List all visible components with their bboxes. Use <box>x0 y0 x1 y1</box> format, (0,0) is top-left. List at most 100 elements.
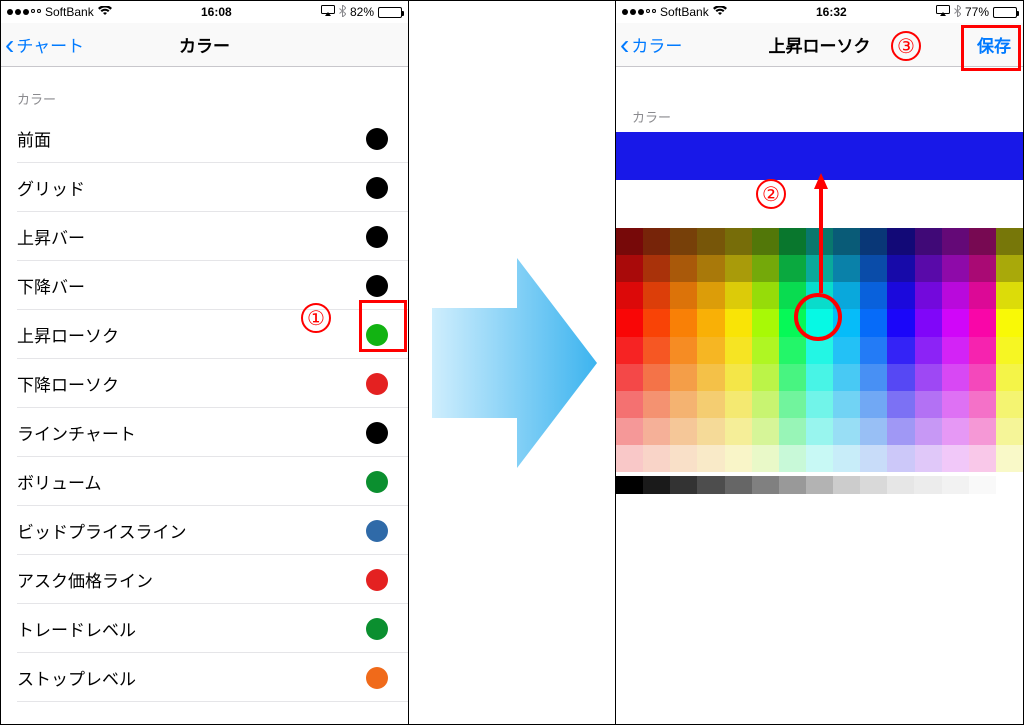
palette-cell[interactable] <box>860 337 887 364</box>
palette-cell[interactable] <box>860 445 887 472</box>
palette-cell[interactable] <box>697 282 724 309</box>
palette-cell[interactable] <box>616 391 643 418</box>
palette-cell[interactable] <box>779 228 806 255</box>
color-row[interactable]: ボリューム <box>1 457 408 506</box>
palette-cell[interactable] <box>806 391 833 418</box>
palette-cell[interactable] <box>942 255 969 282</box>
palette-cell[interactable] <box>860 228 887 255</box>
palette-cell[interactable] <box>643 391 670 418</box>
palette-cell[interactable] <box>725 445 752 472</box>
palette-cell[interactable] <box>670 282 697 309</box>
color-row[interactable]: ビッドプライスライン <box>1 506 408 555</box>
palette-cell[interactable] <box>752 418 779 445</box>
palette-cell[interactable] <box>779 391 806 418</box>
palette-cell[interactable] <box>670 445 697 472</box>
palette-cell[interactable] <box>860 418 887 445</box>
palette-cell[interactable] <box>942 337 969 364</box>
palette-cell[interactable] <box>806 445 833 472</box>
palette-cell[interactable] <box>725 391 752 418</box>
palette-cell[interactable] <box>996 418 1023 445</box>
palette-cell[interactable] <box>752 391 779 418</box>
palette-cell[interactable] <box>887 364 914 391</box>
palette-cell[interactable] <box>860 391 887 418</box>
palette-cell[interactable] <box>697 364 724 391</box>
palette-cell[interactable] <box>942 364 969 391</box>
palette-cell[interactable] <box>725 337 752 364</box>
palette-cell[interactable] <box>670 255 697 282</box>
palette-cell[interactable] <box>969 337 996 364</box>
palette-cell[interactable] <box>779 309 806 336</box>
palette-cell[interactable] <box>725 228 752 255</box>
palette-cell[interactable] <box>887 337 914 364</box>
palette-cell[interactable] <box>752 309 779 336</box>
palette-cell[interactable] <box>969 228 996 255</box>
gray-cell[interactable] <box>752 476 779 494</box>
gray-cell[interactable] <box>806 476 833 494</box>
palette-cell[interactable] <box>996 445 1023 472</box>
palette-cell[interactable] <box>942 418 969 445</box>
gray-cell[interactable] <box>942 476 969 494</box>
palette-cell[interactable] <box>643 418 670 445</box>
palette-cell[interactable] <box>942 282 969 309</box>
palette-cell[interactable] <box>806 309 833 336</box>
palette-cell[interactable] <box>779 418 806 445</box>
palette-cell[interactable] <box>779 282 806 309</box>
palette-cell[interactable] <box>806 337 833 364</box>
gray-cell[interactable] <box>860 476 887 494</box>
palette-cell[interactable] <box>887 228 914 255</box>
palette-cell[interactable] <box>643 337 670 364</box>
color-row[interactable]: 前面 <box>1 114 408 163</box>
palette-cell[interactable] <box>942 309 969 336</box>
palette-cell[interactable] <box>752 228 779 255</box>
palette-cell[interactable] <box>752 337 779 364</box>
palette-cell[interactable] <box>833 309 860 336</box>
palette-cell[interactable] <box>697 391 724 418</box>
palette-cell[interactable] <box>969 391 996 418</box>
palette-cell[interactable] <box>643 309 670 336</box>
palette-cell[interactable] <box>969 364 996 391</box>
palette-cell[interactable] <box>725 418 752 445</box>
palette-cell[interactable] <box>616 337 643 364</box>
palette-cell[interactable] <box>752 445 779 472</box>
palette-cell[interactable] <box>725 364 752 391</box>
palette-cell[interactable] <box>860 282 887 309</box>
palette-cell[interactable] <box>616 309 643 336</box>
palette-cell[interactable] <box>752 364 779 391</box>
palette-cell[interactable] <box>670 337 697 364</box>
palette-cell[interactable] <box>806 228 833 255</box>
palette-cell[interactable] <box>996 255 1023 282</box>
palette-cell[interactable] <box>725 309 752 336</box>
gray-cell[interactable] <box>643 476 670 494</box>
palette-cell[interactable] <box>833 418 860 445</box>
palette-cell[interactable] <box>616 418 643 445</box>
palette-cell[interactable] <box>643 282 670 309</box>
palette-cell[interactable] <box>887 255 914 282</box>
palette-cell[interactable] <box>616 282 643 309</box>
palette-cell[interactable] <box>942 445 969 472</box>
palette-cell[interactable] <box>942 228 969 255</box>
palette-cell[interactable] <box>697 418 724 445</box>
palette-cell[interactable] <box>887 445 914 472</box>
palette-cell[interactable] <box>670 364 697 391</box>
color-row[interactable]: ストップレベル <box>1 653 408 702</box>
palette-cell[interactable] <box>616 445 643 472</box>
palette-cell[interactable] <box>969 255 996 282</box>
palette-cell[interactable] <box>942 391 969 418</box>
palette-cell[interactable] <box>996 391 1023 418</box>
palette-cell[interactable] <box>833 255 860 282</box>
gray-cell[interactable] <box>616 476 643 494</box>
palette-cell[interactable] <box>887 282 914 309</box>
palette-cell[interactable] <box>969 445 996 472</box>
color-row[interactable]: 上昇ローソク <box>1 310 408 359</box>
palette-cell[interactable] <box>860 255 887 282</box>
gray-cell[interactable] <box>697 476 724 494</box>
palette-cell[interactable] <box>643 228 670 255</box>
palette-cell[interactable] <box>969 418 996 445</box>
gray-cell[interactable] <box>725 476 752 494</box>
palette-cell[interactable] <box>915 337 942 364</box>
palette-cell[interactable] <box>752 255 779 282</box>
palette-cell[interactable] <box>725 255 752 282</box>
grayscale-row[interactable] <box>616 476 1023 494</box>
palette-cell[interactable] <box>915 445 942 472</box>
palette-cell[interactable] <box>697 445 724 472</box>
